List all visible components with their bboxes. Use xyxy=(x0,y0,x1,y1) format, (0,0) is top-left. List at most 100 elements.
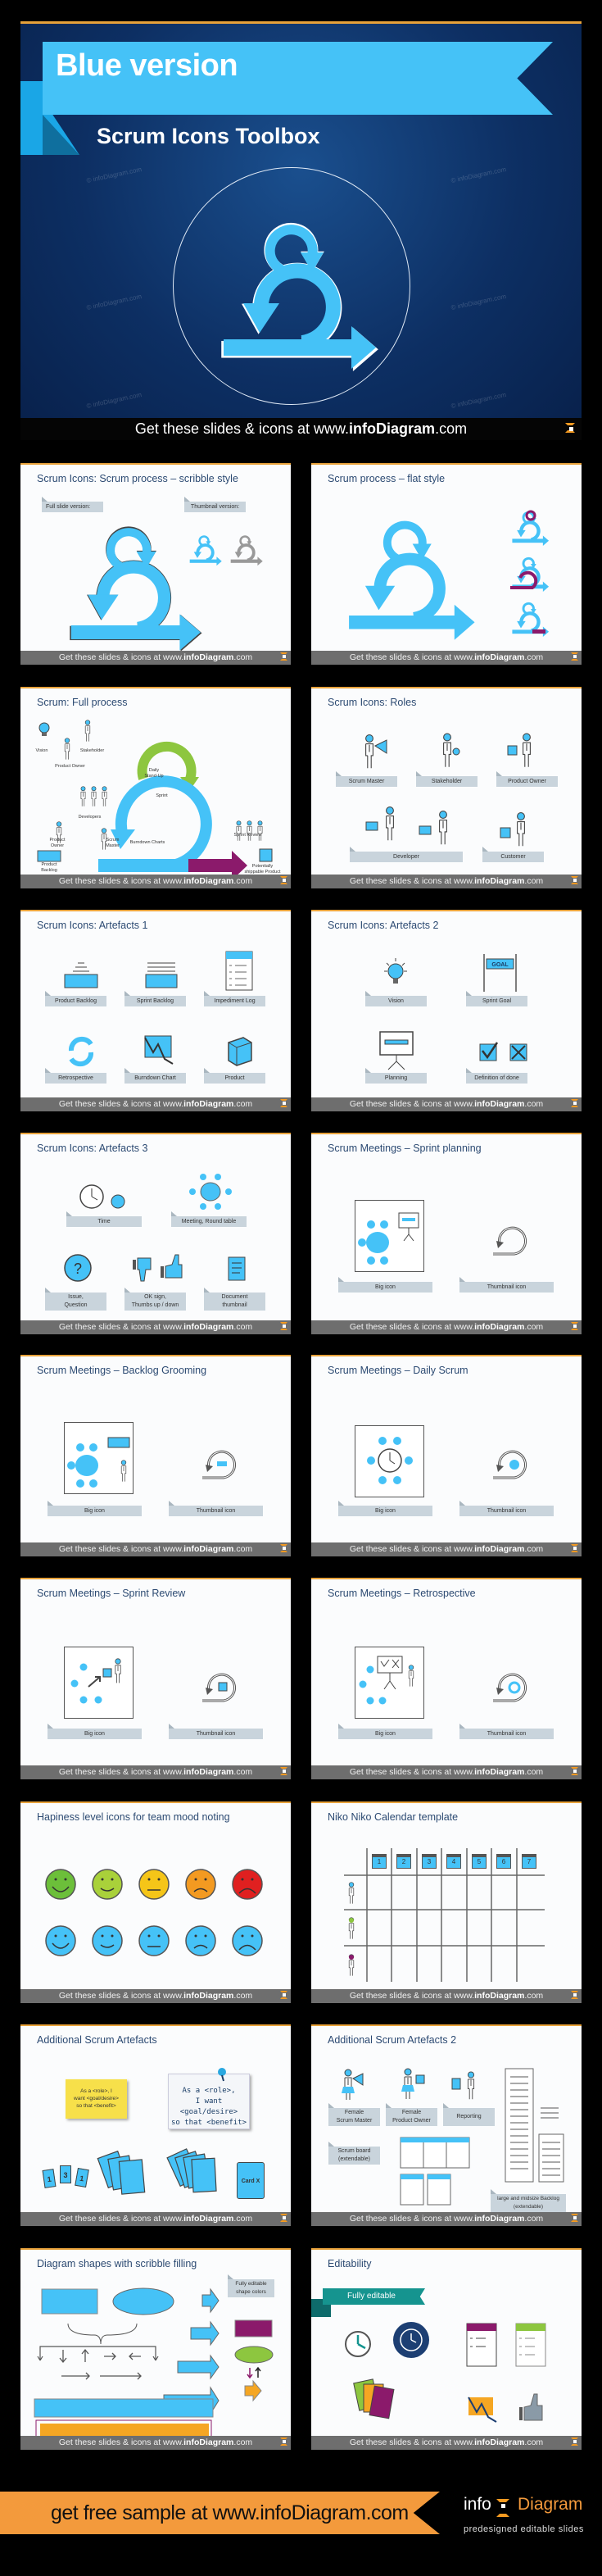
label-female-scrum-master: Female Scrum Master xyxy=(328,2103,380,2126)
mood-sad-blue-icon xyxy=(185,1925,216,1956)
label-thumbnail-icon: Thumbnail icon xyxy=(169,1501,263,1516)
label-stakeholder: Stakeholder xyxy=(79,748,105,753)
mood-happy-blue-icon xyxy=(92,1925,123,1956)
time-clock-icon xyxy=(79,1184,125,1209)
slide-sprint-review[interactable]: Scrum Meetings – Sprint Review Big icon … xyxy=(20,1578,291,1779)
slide-diagram-shapes[interactable]: Diagram shapes with scribble filling Ful… xyxy=(20,2248,291,2450)
slide-artefacts-3[interactable]: Scrum Icons: Artefacts 3 ? Time Meeting,… xyxy=(20,1133,291,1334)
footer-suffix: .com xyxy=(233,1322,253,1332)
thumbs-up-gray-icon xyxy=(519,2393,543,2421)
watermark: © infoDiagram.com xyxy=(85,165,143,185)
footer-suffix: .com xyxy=(233,2214,253,2224)
infodiagram-logo-icon xyxy=(565,423,575,433)
label-vision: Vision xyxy=(35,748,48,753)
calendar-day-5: 5 xyxy=(472,1854,487,1869)
slide-daily-scrum[interactable]: Scrum Meetings – Daily Scrum Big icon Th… xyxy=(311,1355,582,1556)
slide-retrospective[interactable]: Scrum Meetings – Retrospective Big icon … xyxy=(311,1578,582,1779)
slide-title: Scrum Icons: Artefacts 3 xyxy=(37,1143,148,1154)
slide-roles[interactable]: Scrum Icons: Roles Scrum Master Stakehol… xyxy=(311,687,582,888)
logo-text-info: info xyxy=(464,2495,491,2514)
slide-backlog-grooming[interactable]: Scrum Meetings – Backlog Grooming Big ic… xyxy=(20,1355,291,1556)
footer-prefix: Get these slides & icons at www. xyxy=(58,876,184,886)
pushpin-icon xyxy=(218,2068,226,2082)
footer-suffix: .com xyxy=(524,876,544,886)
footer-prefix: Get these slides & icons at www. xyxy=(349,2437,475,2447)
slide-footer: Get these slides & icons at www.infoDiag… xyxy=(311,2212,582,2226)
block-arrows xyxy=(163,2288,220,2415)
footer-prefix: Get these slides & icons at www. xyxy=(349,1099,475,1109)
footer-brand: infoDiagram xyxy=(349,420,436,437)
slide-sprint-planning[interactable]: Scrum Meetings – Sprint planning Big ico… xyxy=(311,1133,582,1334)
stakeholder-icon xyxy=(442,733,460,768)
developer-laptop-icon-2 xyxy=(419,811,447,845)
slide-full-process[interactable]: Scrum: Full process Vision Stakeholder P… xyxy=(20,687,291,888)
infodiagram-logo-icon xyxy=(571,652,578,661)
watermark: © infoDiagram.com xyxy=(450,165,507,185)
label-fully-editable-shape-colors: Fully editable shape colors xyxy=(228,2274,274,2297)
slide-artefacts-1[interactable]: Scrum Icons: Artefacts 1 Product Backlog… xyxy=(20,910,291,1111)
user-story-sticky-note: As a <role>, I want <goal/desire> so tha… xyxy=(66,2079,127,2119)
infodiagram-logo[interactable]: info Diagram predesigned editable slides xyxy=(464,2495,586,2544)
infodiagram-logo-icon xyxy=(571,1991,578,1999)
label-thumbnail-icon: Thumbnail icon xyxy=(459,1277,554,1293)
footer-brand: infoDiagram xyxy=(183,652,234,662)
label-daily-standup: Daily Stand-Up xyxy=(144,768,164,779)
label-impediment-log: Impediment Log xyxy=(204,991,265,1006)
slide-title: Scrum Icons: Artefacts 1 xyxy=(37,920,148,931)
slide-scrum-process-flat[interactable]: Scrum process – flat style Get these sli… xyxy=(311,463,582,665)
slide-footer: Get these slides & icons at www.infoDiag… xyxy=(20,651,291,665)
label-developer: Developer xyxy=(350,847,463,862)
slide-footer: Get these slides & icons at www.infoDiag… xyxy=(20,1989,291,2003)
label-large-midsize-backlog: large and midsize Backlog (extendable) xyxy=(491,2189,566,2212)
calendar-day-4: 4 xyxy=(446,1854,461,1869)
scrum-master-megaphone-icon xyxy=(365,734,387,769)
developers-icon xyxy=(80,786,107,807)
footer-prefix: Get these slides & icons at www. xyxy=(349,2214,475,2224)
footer-suffix: .com xyxy=(233,1991,253,2001)
label-vision: Vision xyxy=(365,991,427,1006)
slide-footer: Get these slides & icons at www.infoDiag… xyxy=(311,1989,582,2003)
slide-happiness-level[interactable]: Hapiness level icons for team mood notin… xyxy=(20,1801,291,2003)
footer-suffix: .com xyxy=(524,1544,544,1554)
infodiagram-logo-icon xyxy=(571,2214,578,2222)
infodiagram-logo-icon xyxy=(571,1099,578,1107)
card-x: Card X xyxy=(237,2162,265,2199)
sprint-review-big-icon xyxy=(64,1647,134,1719)
scrum-variant-purple-sprint-icon xyxy=(508,510,553,547)
product-box-icon xyxy=(259,848,273,862)
clock-navy-icon xyxy=(393,2322,429,2358)
free-sample-banner[interactable]: get free sample at www.infoDiagram.com xyxy=(0,2492,440,2534)
scrum-variant-purple-arrow-icon xyxy=(508,598,553,638)
slide-footer: Get these slides & icons at www.infoDiag… xyxy=(20,1320,291,1334)
footer-suffix: .com xyxy=(233,652,253,662)
footer-brand: infoDiagram xyxy=(183,1322,234,1332)
label-issue-question: Issue, Question xyxy=(45,1288,106,1311)
label-sprint-goal: Sprint Goal xyxy=(466,991,527,1006)
footer-brand: infoDiagram xyxy=(474,652,525,662)
logo-text-diagram: Diagram xyxy=(518,2495,583,2514)
slide-artefacts-2[interactable]: Scrum Icons: Artefacts 2 GOAL Vision Spr… xyxy=(311,910,582,1111)
definition-of-done-checkbox-icon xyxy=(479,1042,527,1061)
slide-editability[interactable]: Editability Fully editable Get these sli… xyxy=(311,2248,582,2450)
slide-title: Scrum Meetings – Daily Scrum xyxy=(328,1365,468,1376)
slide-additional-artefacts-2[interactable]: Additional Scrum Artefacts 2 Female Scru… xyxy=(311,2024,582,2226)
watermark: © infoDiagram.com xyxy=(450,292,507,312)
slide-scrum-process-scribble[interactable]: Scrum Icons: Scrum process – scribble st… xyxy=(20,463,291,665)
footer-brand: infoDiagram xyxy=(474,1544,525,1554)
footer-brand: infoDiagram xyxy=(183,2437,234,2447)
footer-suffix: .com xyxy=(233,1767,253,1777)
footer-brand: infoDiagram xyxy=(183,1767,234,1777)
slide-niko-niko-calendar[interactable]: Niko Niko Calendar template 1 2 3 4 5 6 … xyxy=(311,1801,582,2003)
label-sprint: Sprint xyxy=(156,793,168,798)
mood-very-sad-color-icon xyxy=(232,1869,263,1900)
label-scrum-master: Scrum Master xyxy=(336,771,397,787)
purple-rectangle-shape xyxy=(234,2319,273,2337)
product-cube-icon xyxy=(228,1037,252,1066)
retrospective-big-icon xyxy=(355,1647,424,1719)
calendar-day-7: 7 xyxy=(522,1854,536,1869)
label-big-icon: Big icon xyxy=(338,1724,432,1739)
developer-laptop-icon xyxy=(365,806,394,841)
slide-additional-artefacts[interactable]: Additional Scrum Artefacts As a <role>, … xyxy=(20,2024,291,2226)
small-arrows xyxy=(59,2348,142,2380)
label-thumbnail-version: Thumbnail version: xyxy=(184,497,246,512)
